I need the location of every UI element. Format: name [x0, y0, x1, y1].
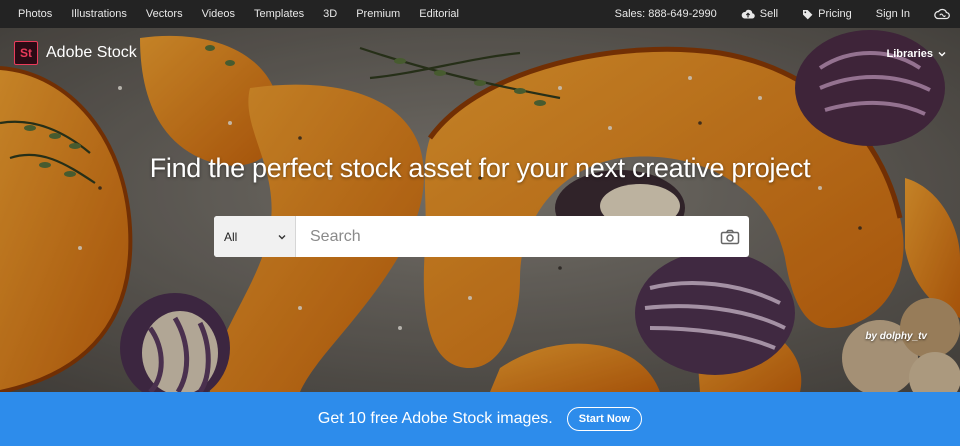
- nav-templates[interactable]: Templates: [254, 8, 304, 20]
- brand-name: Adobe Stock: [46, 44, 137, 61]
- category-nav: Photos Illustrations Vectors Videos Temp…: [18, 8, 478, 20]
- sell-link[interactable]: Sell: [741, 8, 778, 20]
- visual-search-button[interactable]: [711, 216, 749, 257]
- sign-in-link[interactable]: Sign In: [876, 8, 910, 20]
- adobe-stock-logo[interactable]: St Adobe Stock: [14, 41, 137, 65]
- libraries-label: Libraries: [886, 48, 933, 60]
- nav-vectors[interactable]: Vectors: [146, 8, 183, 20]
- nav-editorial[interactable]: Editorial: [419, 8, 459, 20]
- start-now-button[interactable]: Start Now: [566, 407, 643, 431]
- stock-logo-icon: St: [14, 41, 38, 65]
- nav-photos[interactable]: Photos: [18, 8, 52, 20]
- camera-icon: [720, 229, 740, 244]
- chevron-down-icon: [938, 52, 946, 57]
- pricing-link[interactable]: Pricing: [802, 8, 852, 20]
- promo-text: Get 10 free Adobe Stock images.: [317, 410, 553, 427]
- libraries-dropdown[interactable]: Libraries: [887, 48, 946, 60]
- adobe-stock-page: Photos Illustrations Vectors Videos Temp…: [0, 0, 960, 446]
- search-bar: All: [214, 216, 749, 257]
- pricing-label: Pricing: [818, 8, 852, 20]
- search-category-select[interactable]: All: [214, 216, 296, 257]
- creative-cloud-icon: [934, 8, 950, 20]
- nav-premium[interactable]: Premium: [356, 8, 400, 20]
- photo-credit[interactable]: by dolphy_tv: [865, 331, 927, 342]
- search-input[interactable]: [296, 216, 711, 257]
- tag-icon: [803, 9, 813, 19]
- chevron-down-icon: [278, 234, 286, 239]
- cloud-upload-icon: [741, 9, 755, 19]
- hero-section: St Adobe Stock Libraries Find the perfec…: [0, 28, 960, 392]
- promo-banner: Get 10 free Adobe Stock images. Start No…: [0, 392, 960, 446]
- search-category-value: All: [224, 229, 238, 244]
- account-nav: Sales: 888-649-2990 Sell Pricing Sign In: [615, 8, 950, 20]
- nav-illustrations[interactable]: Illustrations: [71, 8, 127, 20]
- hero-overlay: [0, 28, 960, 392]
- top-nav: Photos Illustrations Vectors Videos Temp…: [0, 0, 960, 28]
- sell-label: Sell: [759, 8, 779, 20]
- creative-cloud-button[interactable]: [934, 8, 950, 20]
- nav-videos[interactable]: Videos: [202, 8, 235, 20]
- sales-phone: Sales: 888-649-2990: [614, 8, 717, 20]
- hero-headline: Find the perfect stock asset for your ne…: [149, 153, 811, 183]
- nav-3d[interactable]: 3D: [323, 8, 337, 20]
